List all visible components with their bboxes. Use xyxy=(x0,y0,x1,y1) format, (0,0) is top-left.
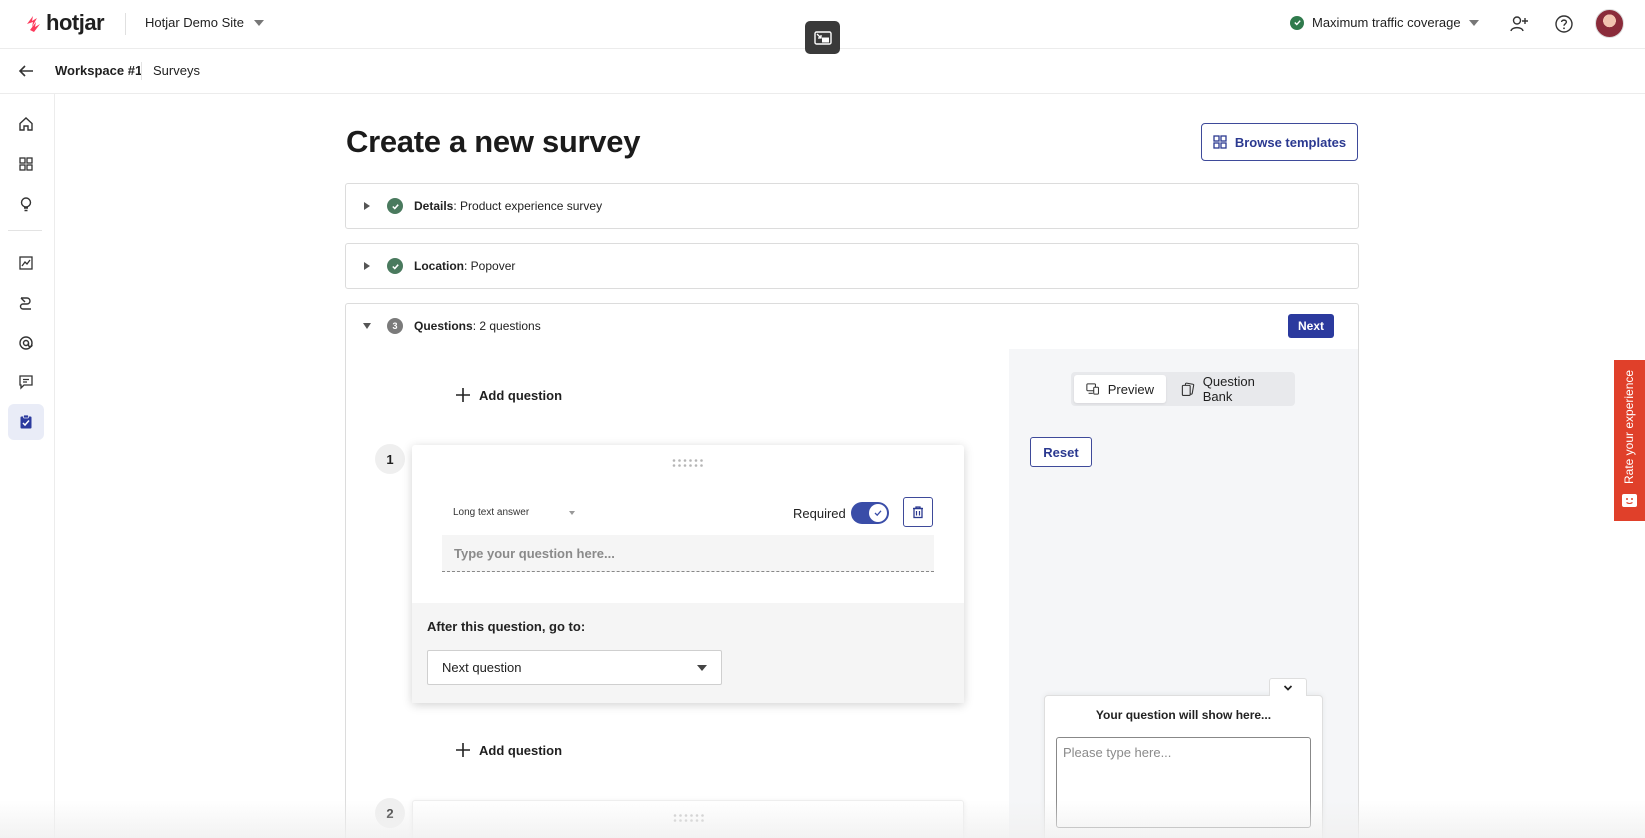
plus-icon xyxy=(456,743,470,757)
question-type-select[interactable]: Long text answer xyxy=(453,507,576,518)
toggle-knob xyxy=(869,504,887,522)
question-card: Long text answer Required After this que… xyxy=(412,445,964,703)
brand-name: hotjar xyxy=(46,10,105,35)
questions-summary: Questions: 2 questions xyxy=(414,319,541,333)
chevron-down-icon xyxy=(1468,19,1479,26)
check-icon xyxy=(874,510,882,517)
required-label: Required xyxy=(793,506,846,521)
cards-icon xyxy=(1181,382,1195,396)
breadcrumb-workspace[interactable]: Workspace #1 xyxy=(55,63,142,78)
preview-panel: Preview Question Bank Reset Your questio… xyxy=(1009,349,1358,838)
drag-handle-icon[interactable] xyxy=(671,458,705,468)
expand-arrow-icon xyxy=(364,262,370,270)
breadcrumb-surveys[interactable]: Surveys xyxy=(153,63,200,78)
survey-widget-preview: Your question will show here... xyxy=(1044,678,1323,838)
preview-tabs: Preview Question Bank xyxy=(1071,372,1295,406)
feedback-face-icon xyxy=(1622,494,1637,507)
chevron-down-icon xyxy=(1283,684,1293,691)
details-summary: Details: Product experience survey xyxy=(414,199,603,213)
widget-question-text: Your question will show here... xyxy=(1095,708,1272,722)
traffic-coverage-selector[interactable]: Maximum traffic coverage xyxy=(1290,15,1479,30)
trash-icon xyxy=(913,506,923,519)
drag-handle-icon[interactable] xyxy=(672,813,706,823)
grid-icon xyxy=(1213,135,1227,149)
details-section-header[interactable]: Details: Product experience survey xyxy=(346,184,1358,228)
next-button[interactable]: Next xyxy=(1288,314,1334,338)
recordings-icon[interactable] xyxy=(8,285,44,321)
widget-answer-textarea[interactable] xyxy=(1056,737,1311,828)
invite-user-icon[interactable] xyxy=(1509,14,1529,34)
add-question-button[interactable]: Add question xyxy=(455,742,562,758)
engage-icon[interactable] xyxy=(8,325,44,361)
add-question-label: Add question xyxy=(479,742,563,758)
top-bar: hotjar Hotjar Demo Site Maximum traffic … xyxy=(0,0,1645,54)
home-icon[interactable] xyxy=(8,106,44,142)
hotjar-logo[interactable]: hotjar xyxy=(24,10,105,36)
traffic-label: Maximum traffic coverage xyxy=(1312,15,1461,30)
back-arrow-icon[interactable] xyxy=(17,62,35,80)
chevron-down-icon xyxy=(253,19,264,26)
devices-icon xyxy=(1086,383,1099,395)
questions-section-header[interactable]: 3 Questions: 2 questions xyxy=(346,304,1358,348)
location-summary: Location: Popover xyxy=(414,259,516,273)
surveys-icon[interactable] xyxy=(8,404,44,440)
divider xyxy=(141,62,142,80)
help-icon[interactable] xyxy=(1554,14,1574,34)
delete-question-button[interactable] xyxy=(903,497,933,527)
question-card xyxy=(412,800,964,838)
site-selector[interactable]: Hotjar Demo Site xyxy=(145,15,264,30)
question-type-value: Long text answer xyxy=(453,507,530,518)
chevron-down-icon xyxy=(697,664,707,671)
browse-templates-label: Browse templates xyxy=(1234,134,1347,150)
site-name: Hotjar Demo Site xyxy=(145,15,244,30)
add-question-label: Add question xyxy=(479,387,563,403)
tab-preview-label: Preview xyxy=(1107,381,1154,397)
required-toggle[interactable] xyxy=(851,502,889,524)
expand-arrow-icon xyxy=(364,202,370,210)
location-section-header[interactable]: Location: Popover xyxy=(346,244,1358,288)
collapse-arrow-icon xyxy=(363,323,371,329)
page-title: Create a new survey xyxy=(346,124,641,159)
tab-question-bank-label: Question Bank xyxy=(1202,374,1255,404)
location-section: Location: Popover xyxy=(345,243,1359,289)
sidebar xyxy=(0,94,55,838)
question-number: 1 xyxy=(375,444,405,474)
check-circle-icon xyxy=(387,198,403,214)
breadcrumb: Workspace #1 Surveys xyxy=(0,49,1645,94)
hotjar-flame-icon xyxy=(27,16,40,32)
tab-preview[interactable]: Preview xyxy=(1074,375,1166,403)
plus-icon xyxy=(456,388,470,402)
dashboard-icon[interactable] xyxy=(8,146,44,182)
after-question-label: After this question, go to: xyxy=(427,619,586,634)
pip-icon xyxy=(813,30,832,45)
minimize-widget-button[interactable] xyxy=(1269,678,1307,696)
rate-experience-tab[interactable]: Rate your experience xyxy=(1614,360,1645,521)
check-circle-icon xyxy=(387,258,403,274)
feedback-icon[interactable] xyxy=(8,364,44,400)
trends-icon[interactable] xyxy=(8,245,44,281)
reset-button[interactable]: Reset xyxy=(1030,437,1092,467)
chevron-down-icon xyxy=(569,510,576,515)
user-avatar[interactable] xyxy=(1595,9,1624,38)
go-to-select[interactable]: Next question xyxy=(427,650,722,685)
go-to-value: Next question xyxy=(442,660,522,675)
step-number-badge: 3 xyxy=(387,318,403,334)
tab-question-bank[interactable]: Question Bank xyxy=(1169,374,1293,404)
details-section: Details: Product experience survey xyxy=(345,183,1359,229)
question-text-input[interactable] xyxy=(442,535,934,572)
divider xyxy=(8,230,42,231)
add-question-button[interactable]: Add question xyxy=(455,387,562,403)
divider xyxy=(125,13,126,35)
question-logic-panel: After this question, go to: Next questio… xyxy=(412,603,964,703)
question-number: 2 xyxy=(375,798,405,828)
check-circle-icon xyxy=(1290,15,1304,30)
lightbulb-icon[interactable] xyxy=(8,186,44,222)
browse-templates-button[interactable]: Browse templates xyxy=(1201,123,1358,161)
rate-experience-label: Rate your experience xyxy=(1622,369,1636,484)
